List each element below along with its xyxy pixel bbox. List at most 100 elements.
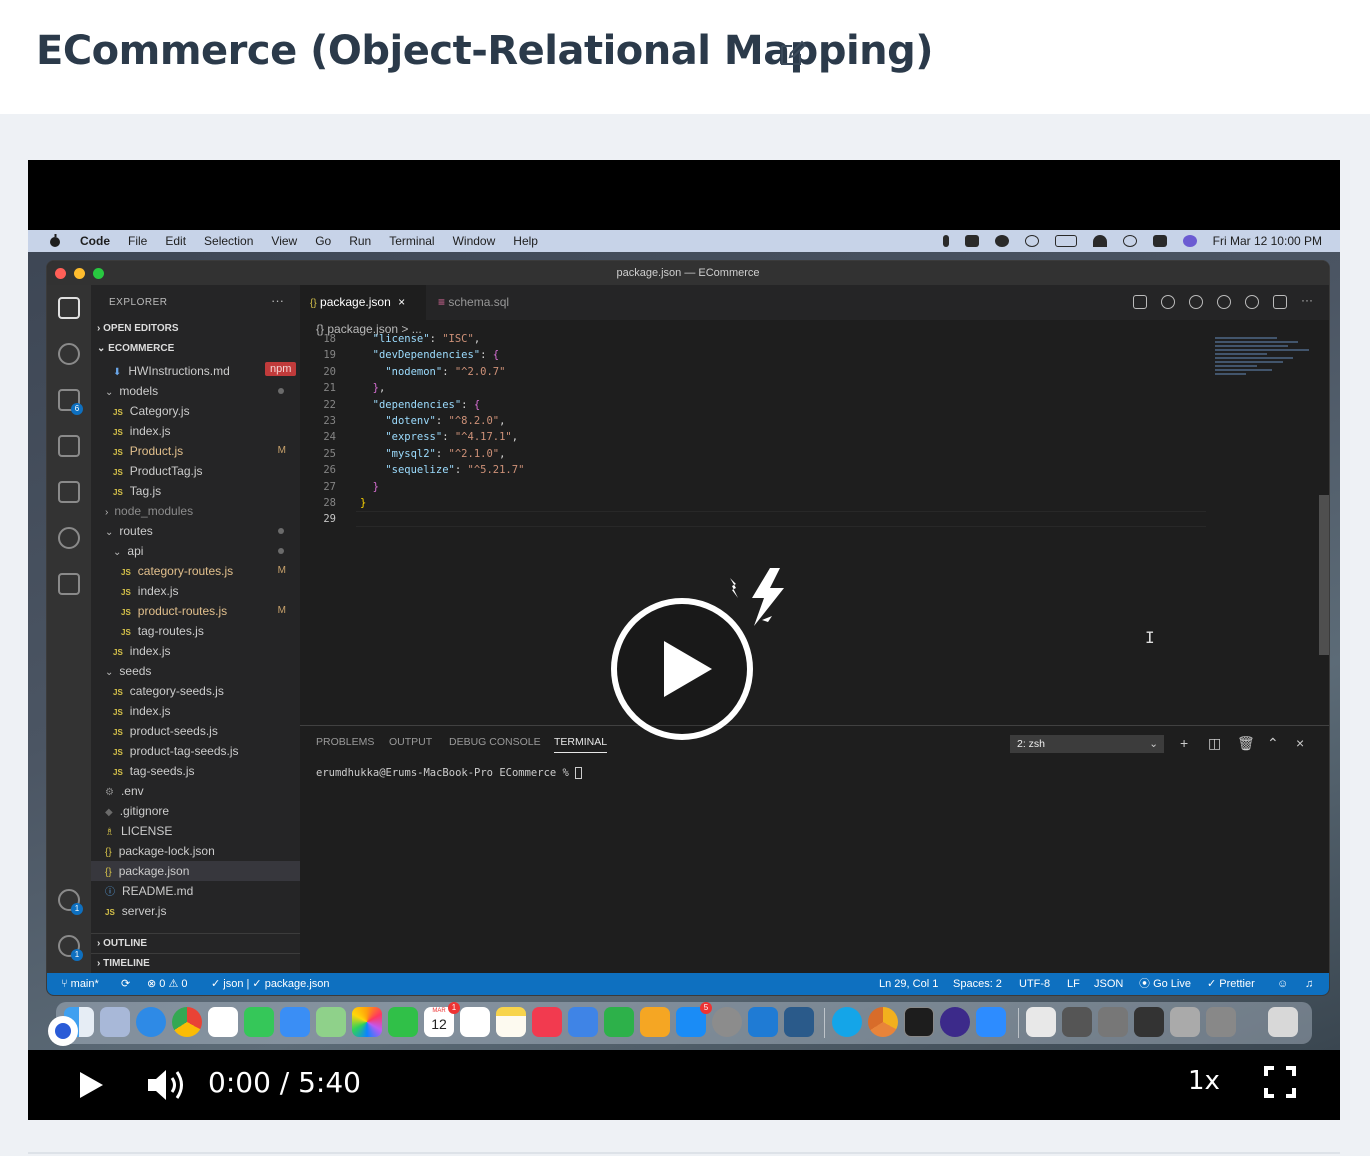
window-thumbnail-icon[interactable] [1062,1007,1092,1037]
eol-status[interactable]: LF [1067,973,1080,995]
zoom-app-icon[interactable] [976,1007,1006,1037]
file-item[interactable]: ⓘ README.md [105,881,193,901]
window-thumbnail-icon[interactable] [1098,1007,1128,1037]
downloads-stack-icon[interactable] [1026,1007,1056,1037]
file-item[interactable]: JS index.js [121,581,178,601]
facetime-icon[interactable] [388,1007,418,1037]
open-editors-section[interactable]: › OPEN EDITORS [97,323,179,334]
branch-status[interactable]: ⑂ main* [61,973,99,995]
prettier-status[interactable]: ✓ Prettier [1207,973,1255,995]
mysql-workbench-icon[interactable] [784,1007,814,1037]
menu-go[interactable]: Go [315,234,331,248]
file-item[interactable]: {} package.json [105,861,189,881]
file-item[interactable]: JS ProductTag.js [113,461,203,481]
file-item[interactable]: JS category-seeds.js [113,681,224,701]
folder-item[interactable]: ⌄ seeds [105,661,151,681]
outline-section[interactable]: › OUTLINE [91,933,300,953]
skype-icon[interactable] [832,1007,862,1037]
news-icon[interactable] [532,1007,562,1037]
file-item[interactable]: JS Product.js [113,441,183,461]
trash-icon[interactable] [1268,1007,1298,1037]
explorer-more-button[interactable]: ··· [271,293,284,308]
seek-handle[interactable] [48,1016,78,1046]
more-actions-icon[interactable]: ··· [1301,294,1315,309]
file-item[interactable]: ⚙ .env [105,781,144,801]
minimize-window-button[interactable] [74,268,85,279]
spotlight-icon[interactable] [1122,235,1137,247]
file-item[interactable]: {} package-lock.json [105,841,215,861]
window-thumbnail-icon[interactable] [1170,1007,1200,1037]
file-item[interactable]: JS category-routes.js [121,561,233,581]
close-window-button[interactable] [55,268,66,279]
file-item[interactable]: JS server.js [105,901,166,921]
run-debug-icon[interactable] [58,435,80,457]
file-item[interactable]: JS tag-routes.js [121,621,204,641]
maps-icon[interactable] [316,1007,346,1037]
microphone-icon[interactable] [942,235,949,247]
play-status-icon[interactable] [1024,235,1039,247]
next-change-icon[interactable] [1217,295,1231,309]
open-changes-icon[interactable] [1245,295,1259,309]
tab-terminal[interactable]: TERMINAL [554,736,608,753]
fullscreen-icon[interactable] [1264,1066,1296,1098]
launchpad-icon[interactable] [100,1007,130,1037]
split-editor-icon[interactable] [1273,295,1287,309]
menu-code[interactable]: Code [80,234,110,248]
playback-speed-button[interactable]: 1x [1188,1066,1220,1096]
screen-recorder-icon[interactable] [940,1007,970,1037]
photos-icon[interactable] [352,1007,382,1037]
kill-terminal-icon[interactable]: 🗑 [1237,735,1255,752]
reminders-icon[interactable] [460,1007,490,1037]
file-item[interactable]: ⬇ HWInstructions.md [113,361,230,381]
numbers-icon[interactable] [604,1007,634,1037]
terminal-icon[interactable] [904,1007,934,1037]
tab-debug-console[interactable]: DEBUG CONSOLE [449,736,541,748]
go-live-button[interactable]: ⦿ Go Live [1139,973,1191,995]
control-center-icon[interactable] [1152,235,1167,247]
close-tab-icon[interactable]: × [398,295,405,309]
window-thumbnail-icon[interactable] [1134,1007,1164,1037]
previous-change-icon[interactable] [1189,295,1203,309]
battery-icon[interactable] [1054,235,1077,247]
folder-item[interactable]: ⌄ routes [105,521,153,541]
menu-clock[interactable]: Fri Mar 12 10:00 PM [1213,234,1322,248]
keynote-icon[interactable] [568,1007,598,1037]
pages-icon[interactable] [640,1007,670,1037]
slack-icon[interactable] [208,1007,238,1037]
notes-icon[interactable] [496,1007,526,1037]
indentation-status[interactable]: Spaces: 2 [953,973,1002,995]
menu-help[interactable]: Help [513,234,538,248]
sync-icon[interactable]: ⟳ [121,973,130,995]
tab-package-json[interactable]: {} package.json × [300,285,426,320]
file-item[interactable]: JS index.js [113,421,170,441]
split-terminal-icon[interactable]: ◫ [1208,735,1221,752]
npm-badge[interactable]: npm [265,362,297,376]
tab-problems[interactable]: PROBLEMS [316,736,374,748]
zoom-window-button[interactable] [93,268,104,279]
wifi-icon[interactable] [1092,235,1107,247]
zoom-icon[interactable] [964,235,979,247]
file-item[interactable]: ♗ LICENSE [105,821,172,841]
encoding-status[interactable]: UTF-8 [1019,973,1050,995]
ecommerce-section[interactable]: ⌄ ECOMMERCE [97,343,174,354]
file-item[interactable]: JS index.js [113,701,170,721]
file-item[interactable]: JS product-tag-seeds.js [113,741,239,761]
window-thumbnail-icon[interactable] [1206,1007,1236,1037]
volume-icon[interactable] [146,1066,188,1104]
menu-window[interactable]: Window [453,234,496,248]
tab-output[interactable]: OUTPUT [389,736,432,748]
compare-icon[interactable] [1133,295,1147,309]
editor-scrollbar[interactable] [1319,495,1329,655]
file-item[interactable]: JS Category.js [113,401,190,421]
extensions-icon[interactable] [58,481,80,503]
menu-selection[interactable]: Selection [204,234,253,248]
remote-explorer-icon[interactable] [58,573,80,595]
folder-item[interactable]: › node_modules [105,501,193,521]
menu-terminal[interactable]: Terminal [389,234,434,248]
edit-icon[interactable] [778,38,808,68]
folder-item[interactable]: ⌄ api [113,541,143,561]
mail-icon[interactable] [280,1007,310,1037]
language-check-status[interactable]: ✓ json | ✓ package.json [211,973,330,995]
file-item[interactable]: JS product-seeds.js [113,721,218,741]
chrome-canary-icon[interactable] [868,1007,898,1037]
